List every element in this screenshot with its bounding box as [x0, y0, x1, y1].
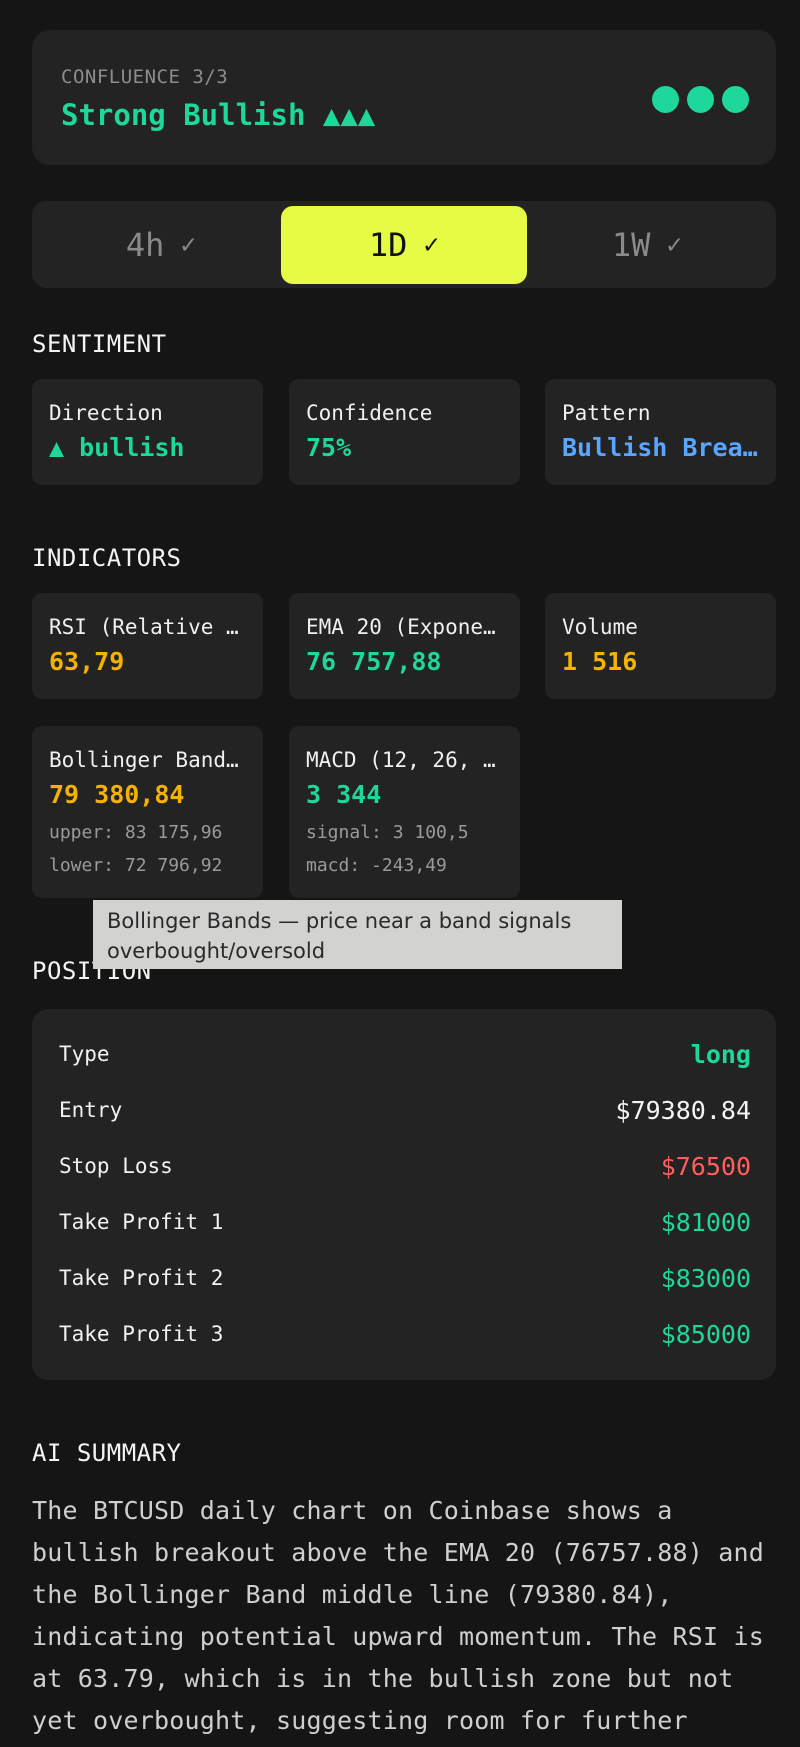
stat-label: Confidence [306, 401, 433, 425]
stat-label: Volume [562, 615, 638, 639]
volume-card[interactable]: Volume 1 516 [545, 593, 776, 699]
position-value: $85000 [660, 1319, 751, 1349]
tab-label: 4h [125, 226, 165, 264]
ema-card[interactable]: EMA 20 (Exponential Moving Average) 76 7… [289, 593, 520, 699]
volume-value: 1 516 [562, 647, 638, 676]
position-label: Take Profit 3 [59, 1322, 224, 1346]
check-icon: ✓ [423, 230, 440, 260]
position-label: Stop Loss [59, 1154, 173, 1178]
ai-summary-heading: AI SUMMARY [32, 1439, 182, 1467]
tab-label: 1W [611, 226, 651, 264]
tab-label: 1D [368, 226, 408, 264]
macd-signal: signal: 3 100,5 [306, 822, 469, 843]
rsi-card[interactable]: RSI (Relative Strength Index) 63,79 [32, 593, 263, 699]
bollinger-upper: upper: 83 175,96 [49, 822, 223, 843]
stat-label: Direction [49, 401, 163, 425]
bollinger-value: 79 380,84 [49, 780, 185, 809]
confluence-card: CONFLUENCE 3/3 Strong Bullish ▲▲▲ [32, 30, 776, 165]
stat-label: RSI (Relative Strength Index) [49, 615, 247, 639]
rsi-value: 63,79 [49, 647, 125, 676]
position-row-tp1: Take Profit 1 $81000 [59, 1202, 751, 1242]
timeframe-tabs: 4h ✓ 1D ✓ 1W ✓ [32, 201, 776, 288]
check-icon: ✓ [180, 230, 197, 260]
tab-1d[interactable]: 1D ✓ [281, 206, 527, 284]
macd-line: macd: -243,49 [306, 855, 447, 876]
position-label: Entry [59, 1098, 123, 1122]
position-card: Type long Entry $79380.84 Stop Loss $765… [32, 1009, 776, 1380]
direction-card: Direction ▲ bullish [32, 379, 263, 485]
confluence-indicator-dots [652, 86, 749, 113]
check-icon: ✓ [666, 230, 683, 260]
confidence-value: 75% [306, 433, 352, 462]
bollinger-lower: lower: 72 796,92 [49, 855, 223, 876]
position-row-stop-loss: Stop Loss $76500 [59, 1146, 751, 1186]
position-row-entry: Entry $79380.84 [59, 1090, 751, 1130]
bollinger-tooltip: Bollinger Bands — price near a band sign… [93, 900, 622, 969]
tab-4h[interactable]: 4h ✓ [38, 206, 284, 284]
stat-label: MACD (12, 26, 9) [306, 748, 504, 772]
direction-value: ▲ bullish [49, 433, 185, 462]
position-value: $76500 [660, 1151, 751, 1181]
stat-label: EMA 20 (Exponential Moving Average) [306, 615, 504, 639]
confidence-card: Confidence 75% [289, 379, 520, 485]
position-value: $79380.84 [615, 1095, 751, 1125]
stat-label: Bollinger Bands (20, 2) [49, 748, 247, 772]
pattern-value: Bullish Breakout [562, 433, 768, 462]
position-row-tp3: Take Profit 3 $85000 [59, 1314, 751, 1354]
macd-value: 3 344 [306, 780, 382, 809]
position-label: Take Profit 1 [59, 1210, 224, 1234]
macd-card[interactable]: MACD (12, 26, 9) 3 344 signal: 3 100,5 m… [289, 726, 520, 898]
position-value: long [690, 1039, 751, 1069]
position-value: $83000 [660, 1263, 751, 1293]
confluence-label: CONFLUENCE 3/3 [61, 66, 229, 88]
position-row-tp2: Take Profit 2 $83000 [59, 1258, 751, 1298]
ai-summary-text: The BTCUSD daily chart on Coinbase shows… [32, 1496, 765, 1735]
sentiment-heading: SENTIMENT [32, 330, 167, 358]
confluence-dot [652, 86, 679, 113]
confluence-dot [722, 86, 749, 113]
position-value: $81000 [660, 1207, 751, 1237]
pattern-card: Pattern Bullish Breakout [545, 379, 776, 485]
ema-value: 76 757,88 [306, 647, 442, 676]
tab-1w[interactable]: 1W ✓ [524, 206, 770, 284]
confluence-title: Strong Bullish ▲▲▲ [61, 98, 376, 132]
bollinger-card[interactable]: Bollinger Bands (20, 2) 79 380,84 upper:… [32, 726, 263, 898]
position-label: Type [59, 1042, 110, 1066]
stat-label: Pattern [562, 401, 651, 425]
position-label: Take Profit 2 [59, 1266, 224, 1290]
confluence-dot [687, 86, 714, 113]
indicators-heading: INDICATORS [32, 544, 182, 572]
position-row-type: Type long [59, 1034, 751, 1074]
